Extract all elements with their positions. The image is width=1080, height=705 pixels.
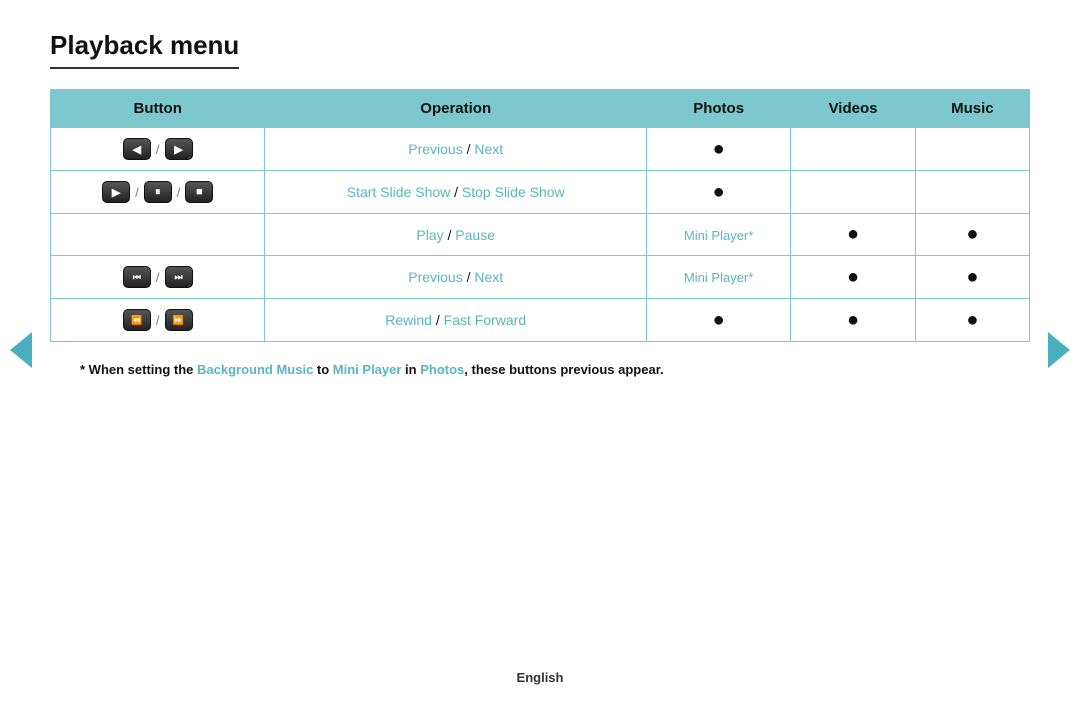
- button-cell-row1: ◀ / ▶: [51, 128, 265, 171]
- music-cell-row2: [915, 171, 1029, 214]
- videos-cell-row3: ●: [791, 214, 915, 256]
- mini-player-text2: Mini Player*: [684, 270, 753, 285]
- bullet-indicator: ●: [966, 309, 978, 331]
- videos-cell-row4: ●: [791, 256, 915, 299]
- op-next-label2: Next: [474, 269, 503, 285]
- bullet-indicator: ●: [713, 138, 725, 160]
- bullet-indicator: ●: [966, 223, 978, 245]
- button-cell-row2: ▶ / ⏸ / ■: [51, 171, 265, 214]
- footer-language: English: [517, 670, 564, 685]
- photos-cell-row2: ●: [646, 171, 790, 214]
- op-next-label: Next: [474, 141, 503, 157]
- fastforward-btn[interactable]: ⏩: [165, 309, 193, 331]
- operation-cell-row5: Rewind / Fast Forward: [265, 299, 647, 342]
- music-cell-row5: ●: [915, 299, 1029, 342]
- skip-next-btn[interactable]: ⏭: [165, 266, 193, 288]
- mini-player-text: Mini Player*: [684, 228, 753, 243]
- photos-cell-row5: ●: [646, 299, 790, 342]
- op-pause-label: Pause: [455, 227, 495, 243]
- play-btn[interactable]: ▶: [102, 181, 130, 203]
- videos-cell-row1: [791, 128, 915, 171]
- op-previous-label2: Previous: [408, 269, 462, 285]
- next-btn[interactable]: ▶: [165, 138, 193, 160]
- bullet-indicator: ●: [713, 309, 725, 331]
- col-header-operation: Operation: [265, 90, 647, 128]
- photos-cell-row1: ●: [646, 128, 790, 171]
- footnote-photos: Photos: [420, 362, 464, 377]
- button-cell-row3: [51, 214, 265, 256]
- btn-group-row5: ⏪ / ⏩: [61, 308, 254, 332]
- music-cell-row3: ●: [915, 214, 1029, 256]
- op-previous-label: Previous: [408, 141, 462, 157]
- col-header-music: Music: [915, 90, 1029, 128]
- op-play-label: Play: [416, 227, 443, 243]
- bullet-indicator: ●: [966, 266, 978, 288]
- button-cell-row5: ⏪ / ⏩: [51, 299, 265, 342]
- playback-table: Button Operation Photos Videos Music ◀ /…: [50, 89, 1030, 342]
- prev-btn[interactable]: ◀: [123, 138, 151, 160]
- col-header-photos: Photos: [646, 90, 790, 128]
- nav-next-arrow[interactable]: [1048, 332, 1070, 368]
- operation-cell-row3: Play / Pause: [265, 214, 647, 256]
- table-row: Play / Pause Mini Player* ● ●: [51, 214, 1030, 256]
- music-cell-row1: [915, 128, 1029, 171]
- videos-cell-row5: ●: [791, 299, 915, 342]
- photos-cell-row4: Mini Player*: [646, 256, 790, 299]
- footnote-bg-music: Background Music: [197, 362, 313, 377]
- col-header-button: Button: [51, 90, 265, 128]
- videos-cell-row2: [791, 171, 915, 214]
- table-row: ▶ / ⏸ / ■ Start Slide Show / Stop Slide …: [51, 171, 1030, 214]
- pause-btn[interactable]: ⏸: [144, 181, 172, 203]
- bullet-indicator: ●: [713, 181, 725, 203]
- footnote-mini-player: Mini Player: [333, 362, 402, 377]
- btn-group-row2: ▶ / ⏸ / ■: [61, 180, 254, 204]
- stop-btn[interactable]: ■: [185, 181, 213, 203]
- operation-cell-row1: Previous / Next: [265, 128, 647, 171]
- table-row: ⏮ / ⏭ Previous / Next Mini Player* ● ●: [51, 256, 1030, 299]
- bullet-indicator: ●: [847, 309, 859, 331]
- table-row: ◀ / ▶ Previous / Next ●: [51, 128, 1030, 171]
- bullet-indicator: ●: [847, 266, 859, 288]
- photos-cell-row3: Mini Player*: [646, 214, 790, 256]
- footnote-text: * When setting the Background Music to M…: [50, 362, 1030, 377]
- op-rewind-label: Rewind: [385, 312, 432, 328]
- page-title: Playback menu: [50, 30, 239, 69]
- btn-group-row1: ◀ / ▶: [61, 137, 254, 161]
- page-container: Playback menu Button Operation Photos Vi…: [0, 0, 1080, 397]
- nav-prev-arrow[interactable]: [10, 332, 32, 368]
- operation-cell-row4: Previous / Next: [265, 256, 647, 299]
- music-cell-row4: ●: [915, 256, 1029, 299]
- skip-prev-btn[interactable]: ⏮: [123, 266, 151, 288]
- op-start-slideshow: Start Slide Show: [347, 184, 451, 200]
- button-cell-row4: ⏮ / ⏭: [51, 256, 265, 299]
- rewind-btn[interactable]: ⏪: [123, 309, 151, 331]
- btn-group-row4: ⏮ / ⏭: [61, 265, 254, 289]
- table-row: ⏪ / ⏩ Rewind / Fast Forward ● ● ●: [51, 299, 1030, 342]
- operation-cell-row2: Start Slide Show / Stop Slide Show: [265, 171, 647, 214]
- op-fastforward-label: Fast Forward: [444, 312, 526, 328]
- op-stop-slideshow: Stop Slide Show: [462, 184, 565, 200]
- col-header-videos: Videos: [791, 90, 915, 128]
- bullet-indicator: ●: [847, 223, 859, 245]
